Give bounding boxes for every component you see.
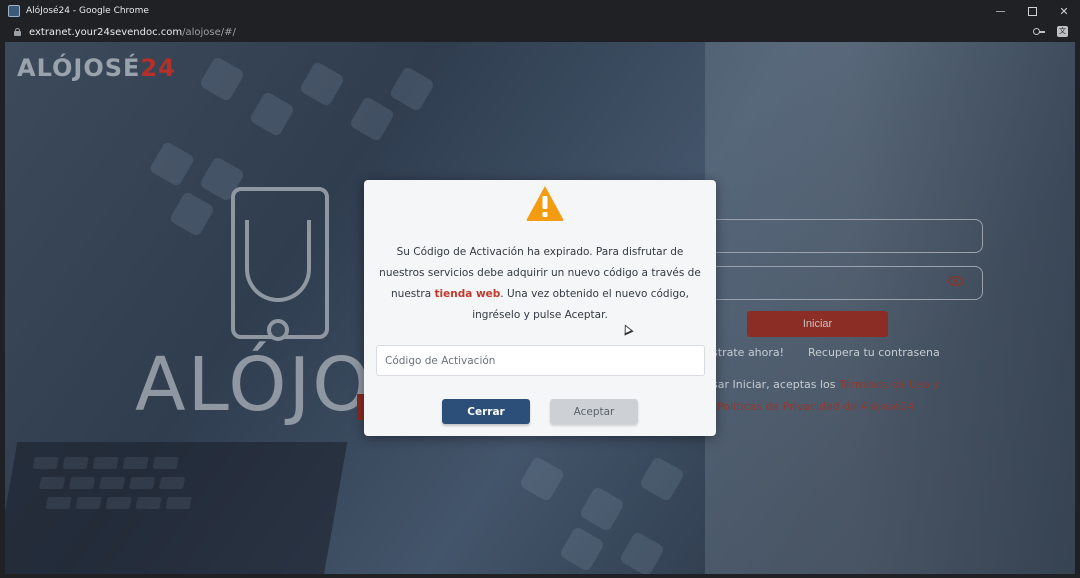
activation-code-input[interactable]: [376, 345, 705, 376]
keyboard-image: [5, 442, 348, 574]
hex-decoration: [578, 485, 626, 533]
recover-password-link[interactable]: Recupera tu contrasena: [808, 346, 940, 359]
hex-decoration: [148, 140, 196, 188]
keyboard-key: [105, 497, 132, 509]
modal-message-part2: . Una vez obtenido el nuevo código, ingr…: [472, 288, 689, 321]
register-link[interactable]: istrate ahora!: [709, 346, 784, 359]
url-host: extranet.your24sevendoc.com: [29, 26, 183, 38]
password-field[interactable]: [685, 266, 983, 300]
privacy-link[interactable]: Políticas de Privacidad de AlóJosé24: [717, 400, 914, 413]
window-title: AlóJosé24 - Google Chrome: [26, 6, 149, 16]
keyboard-key: [135, 497, 162, 509]
keyboard-key: [165, 497, 192, 509]
window-titlebar: AlóJosé24 - Google Chrome ✕: [0, 0, 1080, 22]
aceptar-button[interactable]: Aceptar: [550, 399, 638, 424]
stethoscope-ring-icon: [267, 319, 289, 341]
maximize-button[interactable]: [1016, 0, 1048, 22]
site-logo-text: ALÓJOSÉ: [17, 54, 141, 82]
hex-decoration: [618, 530, 666, 574]
keyboard-key: [45, 497, 72, 509]
eye-icon[interactable]: [948, 276, 964, 286]
keyboard-key: [129, 477, 156, 489]
store-link[interactable]: tienda web: [434, 288, 500, 300]
keyboard-key: [75, 497, 102, 509]
hex-decoration: [348, 95, 396, 143]
key-icon[interactable]: [1033, 26, 1045, 36]
warning-icon: [526, 186, 564, 221]
stethoscope-icon: [245, 220, 311, 302]
hex-decoration: [518, 455, 566, 503]
keyboard-key: [39, 477, 66, 489]
cerrar-button[interactable]: Cerrar: [442, 399, 530, 424]
terms-text: lsar Iniciar, aceptas los Términos de Us…: [709, 378, 939, 391]
hex-decoration: [168, 190, 216, 238]
close-button[interactable]: ✕: [1048, 0, 1080, 22]
site-logo-number: 24: [140, 54, 176, 82]
site-logo: ALÓJOSÉ24: [17, 54, 176, 82]
hex-decoration: [298, 60, 346, 108]
keyboard-key: [92, 457, 119, 469]
maximize-icon: [1027, 6, 1037, 16]
activation-expired-modal: Su Código de Activación ha expirado. Par…: [364, 180, 716, 436]
close-icon: ✕: [1059, 4, 1069, 18]
keyboard-key: [62, 457, 89, 469]
keyboard-key: [69, 477, 96, 489]
lock-icon[interactable]: [14, 28, 21, 36]
hex-decoration: [198, 55, 246, 103]
keyboard-key: [159, 477, 186, 489]
url-text[interactable]: extranet.your24sevendoc.com/alojose/#/: [29, 27, 236, 38]
keyboard-key: [32, 457, 59, 469]
terms-link[interactable]: Términos de Uso y: [839, 378, 939, 391]
address-bar[interactable]: extranet.your24sevendoc.com/alojose/#/ 文: [0, 22, 1080, 42]
minimize-icon: [995, 10, 1005, 12]
modal-message: Su Código de Activación ha expirado. Par…: [374, 242, 706, 326]
window-controls: ✕: [984, 0, 1080, 22]
favicon-icon: [8, 5, 20, 17]
keyboard-key: [99, 477, 126, 489]
username-field[interactable]: [685, 219, 983, 253]
hex-decoration: [388, 65, 436, 113]
keyboard-key: [152, 457, 179, 469]
hex-decoration: [638, 455, 686, 503]
iniciar-button[interactable]: Iniciar: [747, 311, 888, 337]
hex-decoration: [248, 90, 296, 138]
minimize-button[interactable]: [984, 0, 1016, 22]
address-bar-icons: 文: [1033, 26, 1068, 37]
terms-prefix: lsar Iniciar, aceptas los: [709, 378, 840, 391]
url-path: /alojose/#/: [182, 26, 236, 38]
keyboard-key: [122, 457, 149, 469]
translate-icon[interactable]: 文: [1057, 26, 1068, 37]
hex-decoration: [558, 525, 606, 573]
